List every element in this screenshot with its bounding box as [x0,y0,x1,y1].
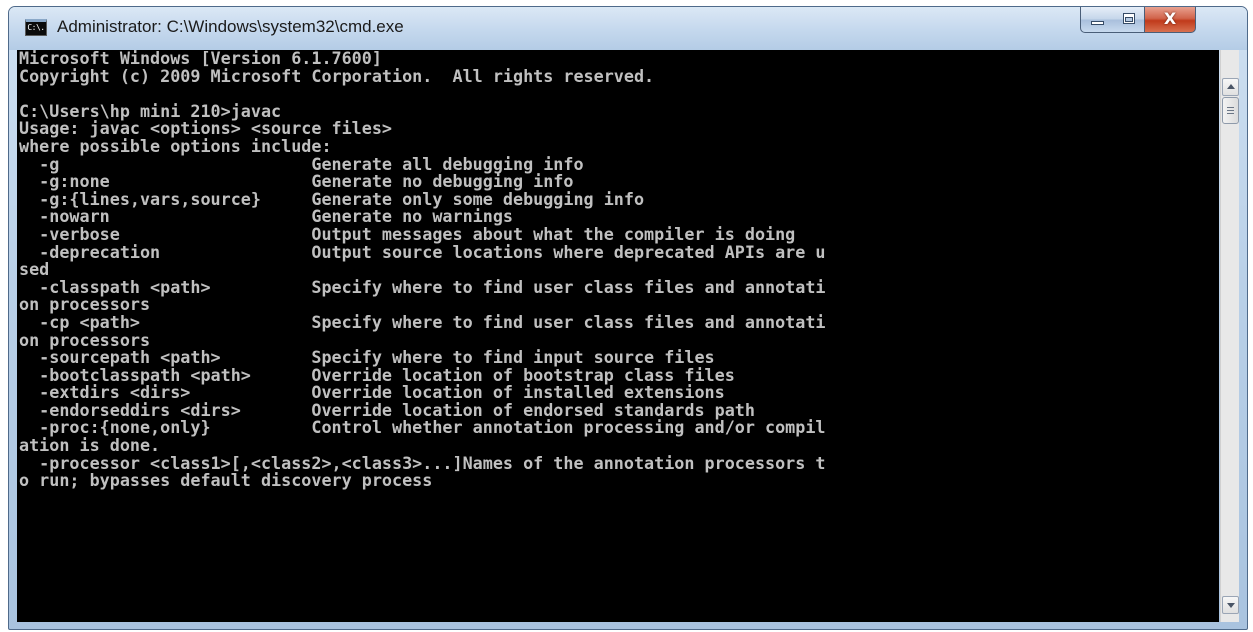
minimize-button[interactable] [1080,7,1114,33]
thumb-grip-line [1227,110,1234,111]
scroll-down-arrow-icon [1227,603,1235,608]
maximize-button[interactable] [1113,7,1145,33]
scroll-up-arrow-icon [1227,84,1235,89]
window-title: Administrator: C:\Windows\system32\cmd.e… [57,17,404,36]
thumb-grip-line [1227,107,1234,108]
close-button[interactable]: X [1144,7,1196,33]
maximize-icon [1123,13,1135,24]
console-text: Microsoft Windows [Version 6.1.7600] Cop… [19,50,826,492]
cmd-window: C:\. Administrator: C:\Windows\system32\… [8,6,1248,630]
console-output-area[interactable]: Microsoft Windows [Version 6.1.7600] Cop… [17,50,1219,622]
scroll-thumb[interactable] [1222,97,1239,124]
vertical-scrollbar[interactable] [1220,50,1239,622]
scroll-up-button[interactable] [1222,78,1239,96]
scroll-down-button[interactable] [1222,596,1239,614]
close-icon: X [1163,9,1177,28]
title-bar[interactable]: C:\. Administrator: C:\Windows\system32\… [9,7,1247,50]
cmd-app-icon[interactable]: C:\. [25,19,47,36]
thumb-grip-line [1227,113,1234,114]
minimize-icon [1091,21,1104,25]
